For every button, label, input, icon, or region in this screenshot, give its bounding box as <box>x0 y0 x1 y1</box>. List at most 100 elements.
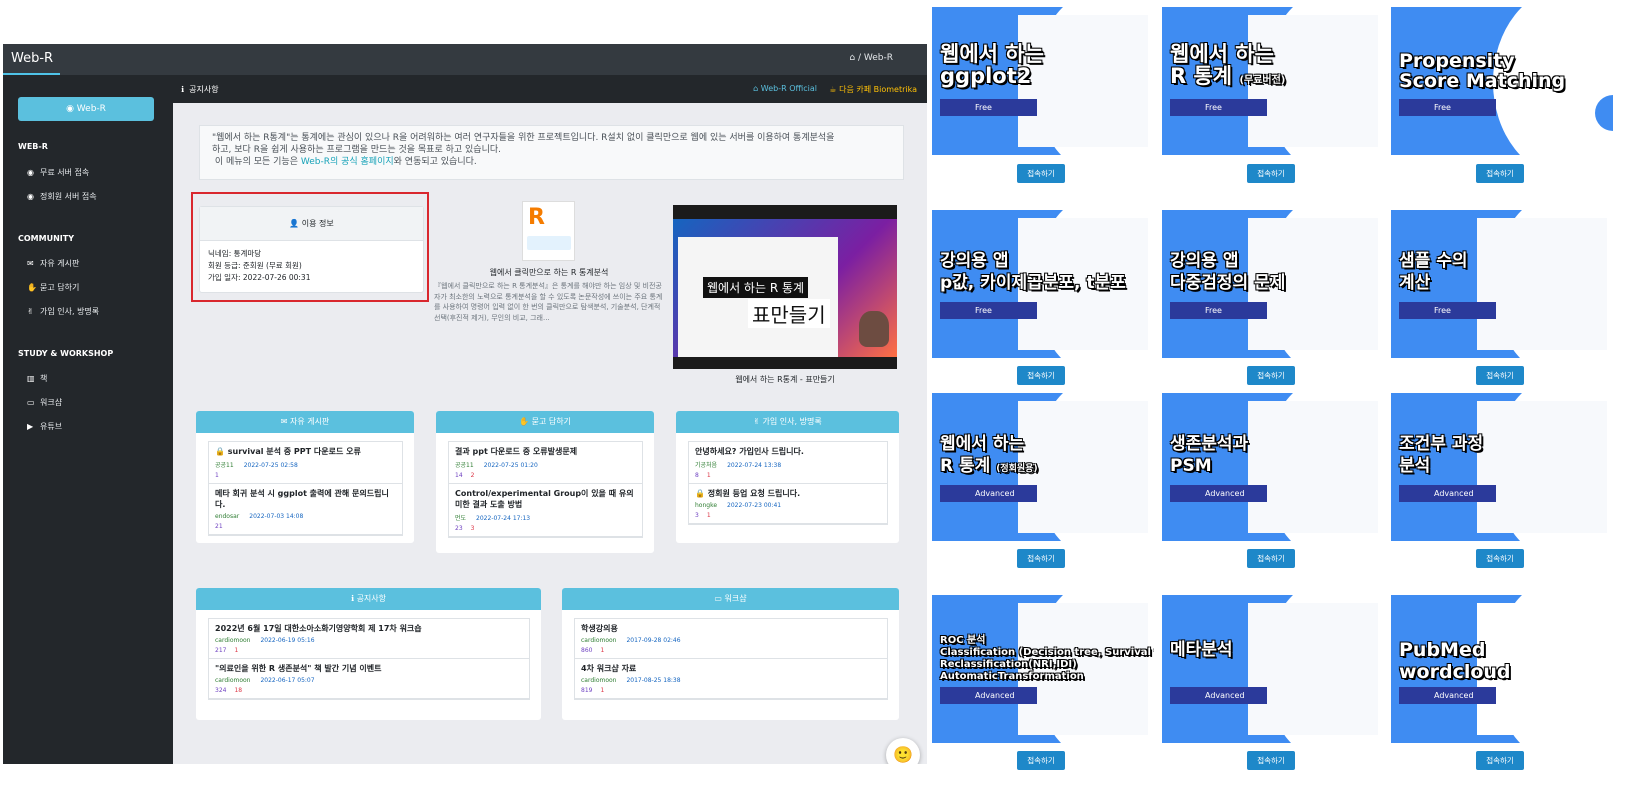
connect-button[interactable]: 접속하기 <box>1247 366 1295 385</box>
post-date: 2022-07-25 01:20 <box>483 462 538 469</box>
list-item[interactable]: 2022년 6월 17일 대한소아소화기영양학회 제 17차 워크숍 cardi… <box>209 619 529 659</box>
app-tile-lecture-dist[interactable]: 강의용 앱 p값, 카이제곱분포, t분포 Free <box>932 210 1154 358</box>
post-title: 4차 워크샵 자료 <box>581 664 637 673</box>
home-icon[interactable]: ⌂ <box>849 53 855 63</box>
user-grade: 회원 등급: 준회원 (무료 회원) <box>208 261 302 270</box>
sidebar-item-member-server[interactable]: ◉ 정회원 서버 접속 <box>27 191 97 202</box>
list-item[interactable]: 메타 회귀 분석 시 ggplot 출력에 관해 문의드립니다. endosar… <box>209 484 402 535</box>
post-views: 3 <box>695 512 699 519</box>
sidebar-web-r-button[interactable]: ◉ Web-R <box>18 97 154 121</box>
connect-button[interactable]: 접속하기 <box>1247 549 1295 568</box>
app-tile-sample-size[interactable]: 샘플 수의 계산 Free <box>1391 210 1613 358</box>
connect-button[interactable]: 접속하기 <box>1247 751 1295 770</box>
connect-button[interactable]: 접속하기 <box>1476 549 1524 568</box>
list-item[interactable]: 안녕하세요? 가입인사 드립니다. 기공처음 2022-07-24 13:38 8… <box>689 442 887 484</box>
sidebar-button-label: Web-R <box>76 104 106 114</box>
cafe-link-label: 다음 카페 Biometrika <box>839 85 917 94</box>
connect-button[interactable]: 접속하기 <box>1476 751 1524 770</box>
connect-button[interactable]: 접속하기 <box>1017 366 1065 385</box>
sidebar-item-books[interactable]: ▥ 책 <box>27 373 47 384</box>
post-views: 14 <box>455 472 463 479</box>
post-author: endosar <box>215 513 240 520</box>
book-cover[interactable]: R <box>522 201 575 261</box>
cafe-link[interactable]: ☕ 다음 카페 Biometrika <box>829 84 917 95</box>
list-item[interactable]: "의료인을 위한 R 생존분석" 책 발간 기념 이벤트 cardiomoon 2… <box>209 659 529 699</box>
list-item[interactable]: 🔒 survival 분석 중 PPT 다운로드 오류 공공11 2022-07-… <box>209 442 402 484</box>
sidebar-item-youtube[interactable]: ▶ 유튜브 <box>27 421 62 432</box>
connect-button[interactable]: 접속하기 <box>1017 751 1065 770</box>
app-tile-psm[interactable]: Propensity Score Matching Free <box>1391 7 1613 155</box>
chalkboard-icon: ▭ <box>714 594 725 603</box>
youtube-icon: ▶ <box>27 422 34 431</box>
list-item[interactable]: 결과 ppt 다운로드 중 오류발생문제 공공11 2022-07-25 01:2… <box>449 442 642 484</box>
app-title-line1: 생존분석과 <box>1170 434 1249 454</box>
list-item[interactable]: Control/experimental Group이 있을 때 유의미한 결과… <box>449 484 642 537</box>
connect-button[interactable]: 접속하기 <box>1476 164 1524 183</box>
lock-icon: 🔒 <box>695 489 708 498</box>
chat-bot-button[interactable]: 🙂 <box>886 738 920 764</box>
intro-notice: "웹에서 하는 R통계"는 통계에는 관심이 있으나 R을 어려워하는 여러 연… <box>199 125 904 180</box>
connect-button[interactable]: 접속하기 <box>1017 549 1065 568</box>
post-author: cardiomoon <box>581 637 617 644</box>
connect-button[interactable]: 접속하기 <box>1476 366 1524 385</box>
app-tile-r-stats-member[interactable]: 웹에서 하는 R 통계 (정회원용) Advanced <box>932 393 1154 541</box>
tab-notice[interactable]: ℹ 공지사항 <box>181 84 219 95</box>
app-title-line2: wordcloud <box>1399 661 1511 683</box>
post-comments: 1 <box>600 687 605 694</box>
book-card[interactable]: R 웹에서 클릭만으로 하는 R 통계분석 『웹에서 클릭만으로 하는 R 통계… <box>434 201 664 349</box>
board-free-header[interactable]: ✉ 자유 게시판 <box>196 411 414 433</box>
board-notice-header[interactable]: ℹ 공지사항 <box>196 588 541 610</box>
official-homepage-link[interactable]: Web-R의 공식 홈페이지 <box>301 157 394 167</box>
post-title: 학생강의용 <box>581 624 618 633</box>
board-guestbook-list: 안녕하세요? 가입인사 드립니다. 기공처음 2022-07-24 13:38 8… <box>688 441 888 525</box>
app-title-line2: R 통계 <box>940 456 991 476</box>
app-tile-r-stats-free[interactable]: 웹에서 하는 R 통계 (무료버전) Free <box>1162 7 1384 155</box>
app-badge: Free <box>940 302 1037 319</box>
connect-button[interactable]: 접속하기 <box>1247 164 1295 183</box>
sidebar-item-qna[interactable]: ✋ 묻고 답하기 <box>27 282 79 293</box>
connect-button[interactable]: 접속하기 <box>1017 164 1065 183</box>
post-author: cardiomoon <box>215 677 251 684</box>
sidebar-item-workshop[interactable]: ▭ 워크샵 <box>27 397 62 408</box>
book-title[interactable]: 웹에서 클릭만으로 하는 R 통계분석 <box>434 267 664 278</box>
video-thumbnail[interactable]: 웹에서 하는 R 통계 표만들기 <box>673 205 897 369</box>
post-comments: 2 <box>470 472 475 479</box>
list-item[interactable]: 4차 워크샵 자료 cardiomoon 2017-08-25 18:38 819… <box>575 659 887 699</box>
video-title[interactable]: 웹에서 하는 R통계 - 표만들기 <box>673 374 897 385</box>
app-tile-ggplot2[interactable]: 웹에서 하는 ggplot2 Free <box>932 7 1154 155</box>
app-title-line1: ROC 분석 <box>940 635 986 646</box>
app-title: Propensity Score Matching <box>1399 51 1565 91</box>
app-tile-pubmed-wordcloud[interactable]: PubMed wordcloud Advanced <box>1391 595 1613 743</box>
video-caption-1: 웹에서 하는 R 통계 <box>703 277 809 298</box>
app-title-line2: Score Matching <box>1399 70 1566 92</box>
board-guestbook-header[interactable]: ✌ 가입 인사, 방명록 <box>676 411 899 433</box>
post-views: 23 <box>455 525 463 532</box>
brand-logo[interactable]: Web-R <box>11 51 53 66</box>
board-workshop-list: 학생강의용 cardiomoon 2017-09-28 02:46 860 1 4차… <box>574 618 888 700</box>
books-icon: ▥ <box>27 374 35 383</box>
app-title-line2: 다중검정의 문제 <box>1170 273 1286 293</box>
app-tile-survival-psm[interactable]: 생존분석과 PSM Advanced <box>1162 393 1384 541</box>
user-info-card: 👤 이용 정보 닉네임: 통계마당 회원 등급: 준회원 (무료 회원) 가입 … <box>199 206 424 293</box>
app-title-line1: PubMed <box>1399 639 1486 661</box>
app-tile-lecture-multiple[interactable]: 강의용 앱 다중검정의 문제 Free <box>1162 210 1384 358</box>
app-tile-conditional-process[interactable]: 조건부 과정 분석 Advanced <box>1391 393 1613 541</box>
official-link[interactable]: ⌂ Web-R Official <box>753 84 817 93</box>
video-screen: 웹에서 하는 R 통계 표만들기 <box>673 219 897 357</box>
board-title: 공지사항 <box>356 594 387 603</box>
list-item[interactable]: 학생강의용 cardiomoon 2017-09-28 02:46 860 1 <box>575 619 887 659</box>
app-tile-meta-analysis[interactable]: 메타분석 Advanced <box>1162 595 1384 743</box>
sidebar-item-free-board[interactable]: ✉ 자유 게시판 <box>27 258 79 269</box>
post-comments: 18 <box>234 687 243 694</box>
board-qna-header[interactable]: ✋ 묻고 답하기 <box>436 411 654 433</box>
list-item[interactable]: 🔒 정회원 등업 요청 드립니다. hongke 2022-07-23 00:41… <box>689 484 887 524</box>
app-title-line2: p값, 카이제곱분포, t분포 <box>940 273 1126 293</box>
app-title: 메타분석 <box>1170 639 1233 661</box>
app-title-line2: R 통계 <box>1170 64 1233 88</box>
board-workshop-header[interactable]: ▭ 워크샵 <box>562 588 899 610</box>
intro-line-3: 이 메뉴의 모든 기능은 Web-R의 공식 홈페이지와 연동되고 있습니다. <box>212 156 891 168</box>
app-title-line2: ggplot2 <box>940 64 1032 88</box>
sidebar-item-free-server[interactable]: ◉ 무료 서버 접속 <box>27 167 89 178</box>
app-tile-roc[interactable]: ROC 분석 Classification (Decision tree, Sur… <box>932 595 1154 743</box>
sidebar-item-guestbook[interactable]: ✌ 가입 인사, 방명록 <box>27 306 99 317</box>
